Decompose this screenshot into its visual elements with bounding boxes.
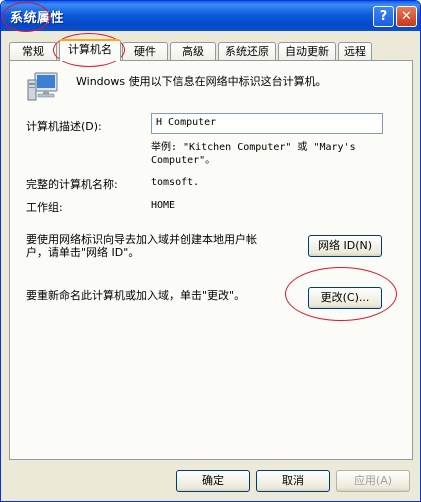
example-line-1: 举例: "Kitchen Computer" 或 "Mary's: [151, 142, 356, 153]
network-id-button[interactable]: 网络 ID(N): [308, 235, 382, 257]
computer-name-panel: Windows 使用以下信息在网络中标识这台计算机。 计算机描述(D): H C…: [9, 60, 413, 460]
network-id-text-line-1: 要使用网络标识向导去加入域并创建本地用户帐: [26, 233, 257, 246]
full-name-label: 完整的计算机名称:: [26, 178, 118, 191]
system-properties-window: 系统属性 ? ✕ 常规 计算机名 硬件 高级 系统还原 自动更新 远程 Wind…: [0, 0, 421, 502]
ok-button[interactable]: 确定: [176, 470, 250, 492]
tab-system-restore[interactable]: 系统还原: [218, 42, 276, 60]
description-example: 举例: "Kitchen Computer" 或 "Mary's Compute…: [151, 141, 383, 167]
tab-remote[interactable]: 远程: [338, 42, 372, 60]
window-title: 系统属性: [10, 11, 65, 26]
computer-description-input[interactable]: H Computer: [151, 113, 383, 134]
rename-instructions: 要重新命名此计算机或加入域，单击"更改"。: [26, 289, 246, 302]
apply-button[interactable]: 应用(A): [336, 470, 410, 492]
help-button[interactable]: ?: [373, 6, 394, 27]
title-bar[interactable]: 系统属性 ? ✕: [1, 1, 420, 31]
cancel-button[interactable]: 取消: [256, 470, 330, 492]
computer-icon: [27, 72, 58, 101]
workgroup-label: 工作组:: [26, 201, 63, 214]
close-button[interactable]: ✕: [396, 6, 417, 27]
tab-strip: 常规 计算机名 硬件 高级 系统还原 自动更新 远程: [9, 39, 414, 61]
full-name-value: tomsoft.: [151, 177, 200, 188]
network-id-instructions: 要使用网络标识向导去加入域并创建本地用户帐 户，请单击"网络 ID"。: [26, 233, 257, 259]
tab-automatic-updates[interactable]: 自动更新: [278, 42, 336, 60]
tab-hardware[interactable]: 硬件: [122, 42, 168, 60]
tab-general[interactable]: 常规: [9, 42, 57, 60]
intro-text: Windows 使用以下信息在网络中标识这台计算机。: [76, 75, 327, 88]
tab-computer-name[interactable]: 计算机名: [59, 39, 121, 61]
tab-advanced[interactable]: 高级: [170, 42, 216, 60]
workgroup-value: HOME: [151, 200, 176, 211]
description-label: 计算机描述(D):: [26, 120, 102, 133]
example-line-2: Computer"。: [151, 155, 216, 166]
network-id-text-line-2: 户，请单击"网络 ID"。: [26, 246, 140, 259]
change-button[interactable]: 更改(C)...: [308, 287, 382, 309]
